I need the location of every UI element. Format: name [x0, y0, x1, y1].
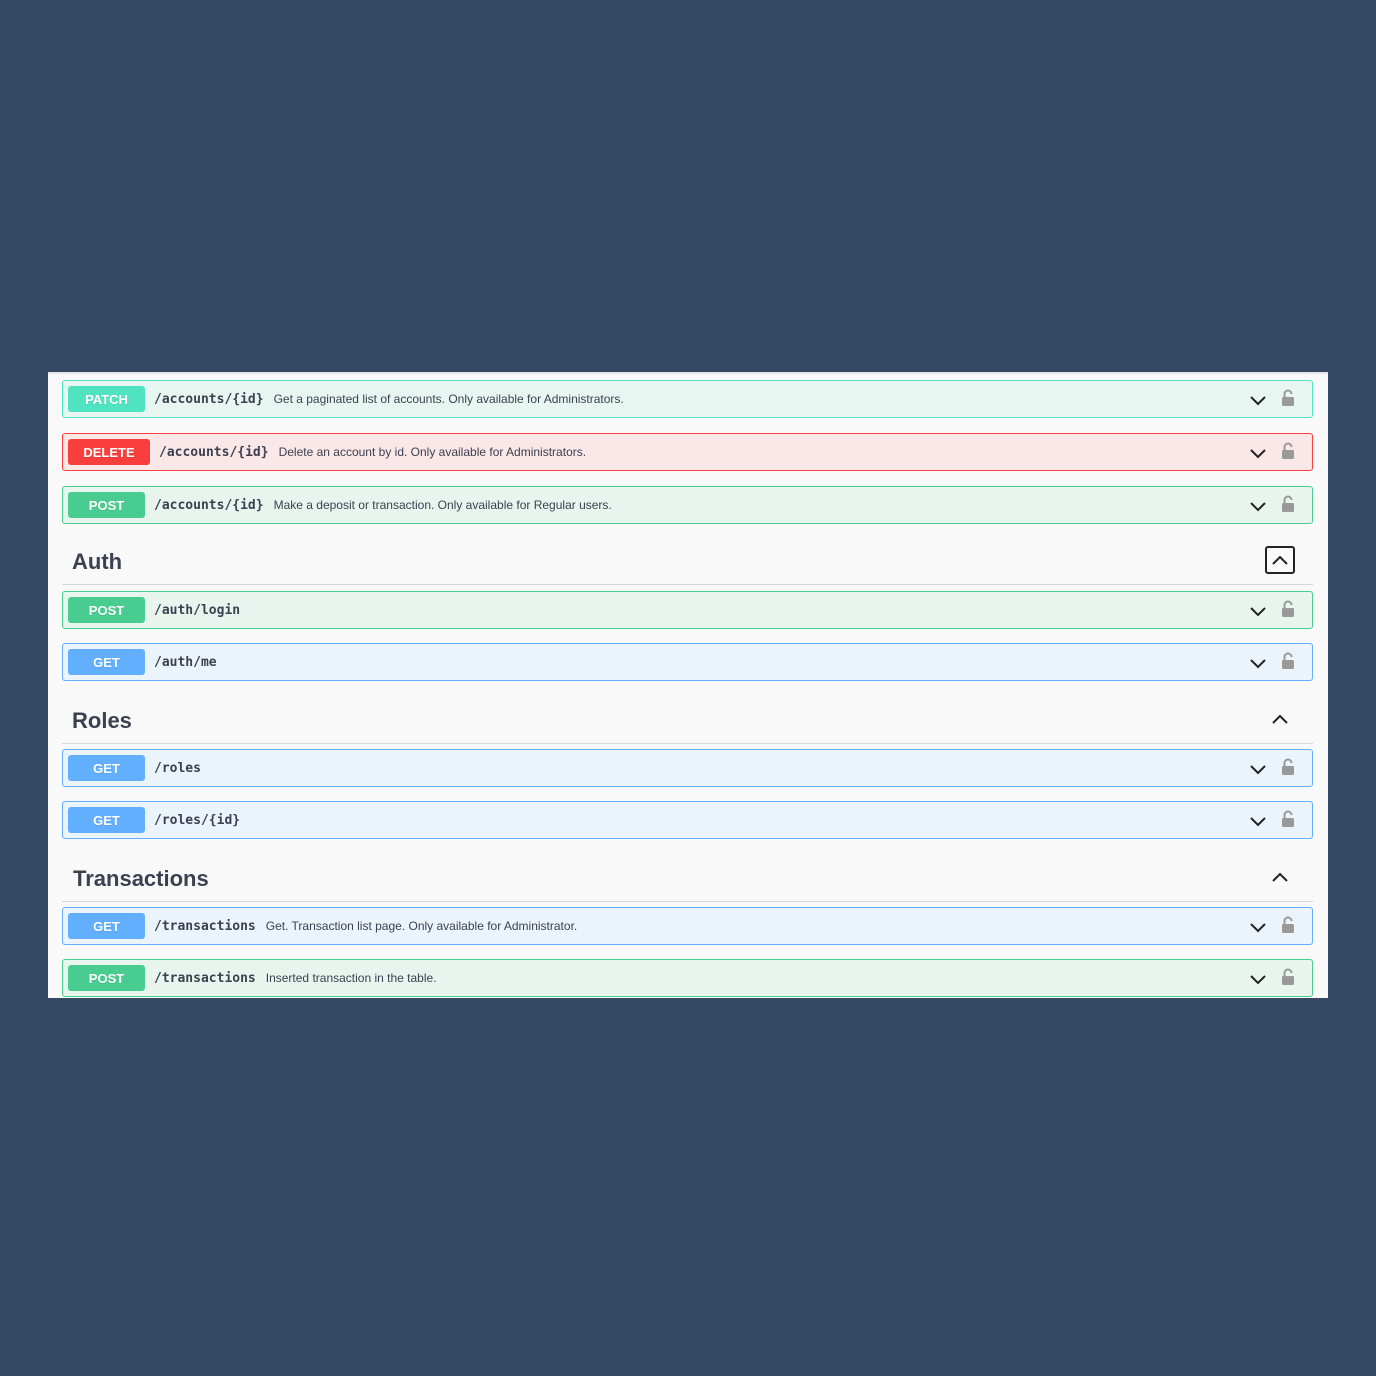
- chevron-up-icon: [1272, 872, 1288, 882]
- operation-path: /roles/{id}: [154, 812, 241, 828]
- operation-path: /transactions: [154, 970, 256, 986]
- operation-delete-accounts-id[interactable]: DELETE /accounts/{id} Delete an account …: [62, 433, 1313, 471]
- operation-post-transactions[interactable]: POST /transactions Inserted transaction …: [62, 959, 1313, 997]
- operation-summary: Get. Transaction list page. Only availab…: [265, 919, 578, 933]
- operation-path: /transactions: [154, 918, 256, 934]
- chevron-down-icon[interactable]: [1248, 602, 1268, 620]
- method-badge: GET: [68, 649, 145, 675]
- operation-post-accounts-id[interactable]: POST /accounts/{id} Make a deposit or tr…: [62, 486, 1313, 524]
- operation-get-roles-id[interactable]: GET /roles/{id}: [62, 801, 1313, 839]
- lock-icon[interactable]: [1281, 389, 1295, 407]
- operation-summary: Make a deposit or transaction. Only avai…: [273, 498, 612, 512]
- lock-icon[interactable]: [1281, 810, 1295, 828]
- method-badge: POST: [68, 492, 145, 518]
- lock-icon[interactable]: [1281, 916, 1295, 934]
- lock-icon[interactable]: [1281, 968, 1295, 986]
- chevron-down-icon[interactable]: [1248, 760, 1268, 778]
- operation-path: /accounts/{id}: [159, 444, 269, 460]
- operation-path: /accounts/{id}: [154, 497, 264, 513]
- operation-path: /accounts/{id}: [154, 391, 264, 407]
- chevron-down-icon[interactable]: [1248, 970, 1268, 988]
- tag-title: Auth: [72, 549, 123, 574]
- api-operations-panel: PATCH /accounts/{id} Get a paginated lis…: [48, 372, 1328, 998]
- operation-summary: Inserted transaction in the table.: [265, 971, 437, 985]
- collapse-toggle-button[interactable]: [1265, 863, 1295, 891]
- chevron-up-icon: [1272, 555, 1288, 565]
- collapse-toggle-button[interactable]: [1265, 546, 1295, 574]
- operation-post-auth-login[interactable]: POST /auth/login: [62, 591, 1313, 629]
- method-badge: GET: [68, 913, 145, 939]
- chevron-down-icon[interactable]: [1248, 444, 1268, 462]
- operation-path: /auth/me: [154, 654, 217, 670]
- operation-summary: Delete an account by id. Only available …: [278, 445, 587, 459]
- lock-icon[interactable]: [1281, 652, 1295, 670]
- operation-get-roles[interactable]: GET /roles: [62, 749, 1313, 787]
- method-badge: GET: [68, 755, 145, 781]
- lock-icon[interactable]: [1281, 442, 1295, 460]
- operation-summary: Get a paginated list of accounts. Only a…: [273, 392, 624, 406]
- operation-path: /auth/login: [154, 602, 241, 618]
- tag-header-transactions[interactable]: Transactions: [62, 862, 1313, 902]
- operation-get-auth-me[interactable]: GET /auth/me: [62, 643, 1313, 681]
- chevron-down-icon[interactable]: [1248, 497, 1268, 515]
- method-badge: DELETE: [68, 439, 150, 465]
- chevron-up-icon: [1272, 714, 1288, 724]
- lock-icon[interactable]: [1281, 495, 1295, 513]
- method-badge: PATCH: [68, 386, 145, 412]
- lock-icon[interactable]: [1281, 600, 1295, 618]
- chevron-down-icon[interactable]: [1248, 812, 1268, 830]
- operation-path: /roles: [154, 760, 201, 776]
- tag-header-auth[interactable]: Auth: [62, 545, 1313, 585]
- tag-header-roles[interactable]: Roles: [62, 704, 1313, 744]
- collapse-toggle-button[interactable]: [1265, 705, 1295, 733]
- tag-title: Roles: [72, 708, 132, 733]
- chevron-down-icon[interactable]: [1248, 654, 1268, 672]
- operation-patch-accounts-id[interactable]: PATCH /accounts/{id} Get a paginated lis…: [62, 380, 1313, 418]
- tag-title: Transactions: [73, 866, 209, 891]
- method-badge: GET: [68, 807, 145, 833]
- lock-icon[interactable]: [1281, 758, 1295, 776]
- chevron-down-icon[interactable]: [1248, 391, 1268, 409]
- operation-get-transactions[interactable]: GET /transactions Get. Transaction list …: [62, 907, 1313, 945]
- method-badge: POST: [68, 965, 145, 991]
- method-badge: POST: [68, 597, 145, 623]
- chevron-down-icon[interactable]: [1248, 918, 1268, 936]
